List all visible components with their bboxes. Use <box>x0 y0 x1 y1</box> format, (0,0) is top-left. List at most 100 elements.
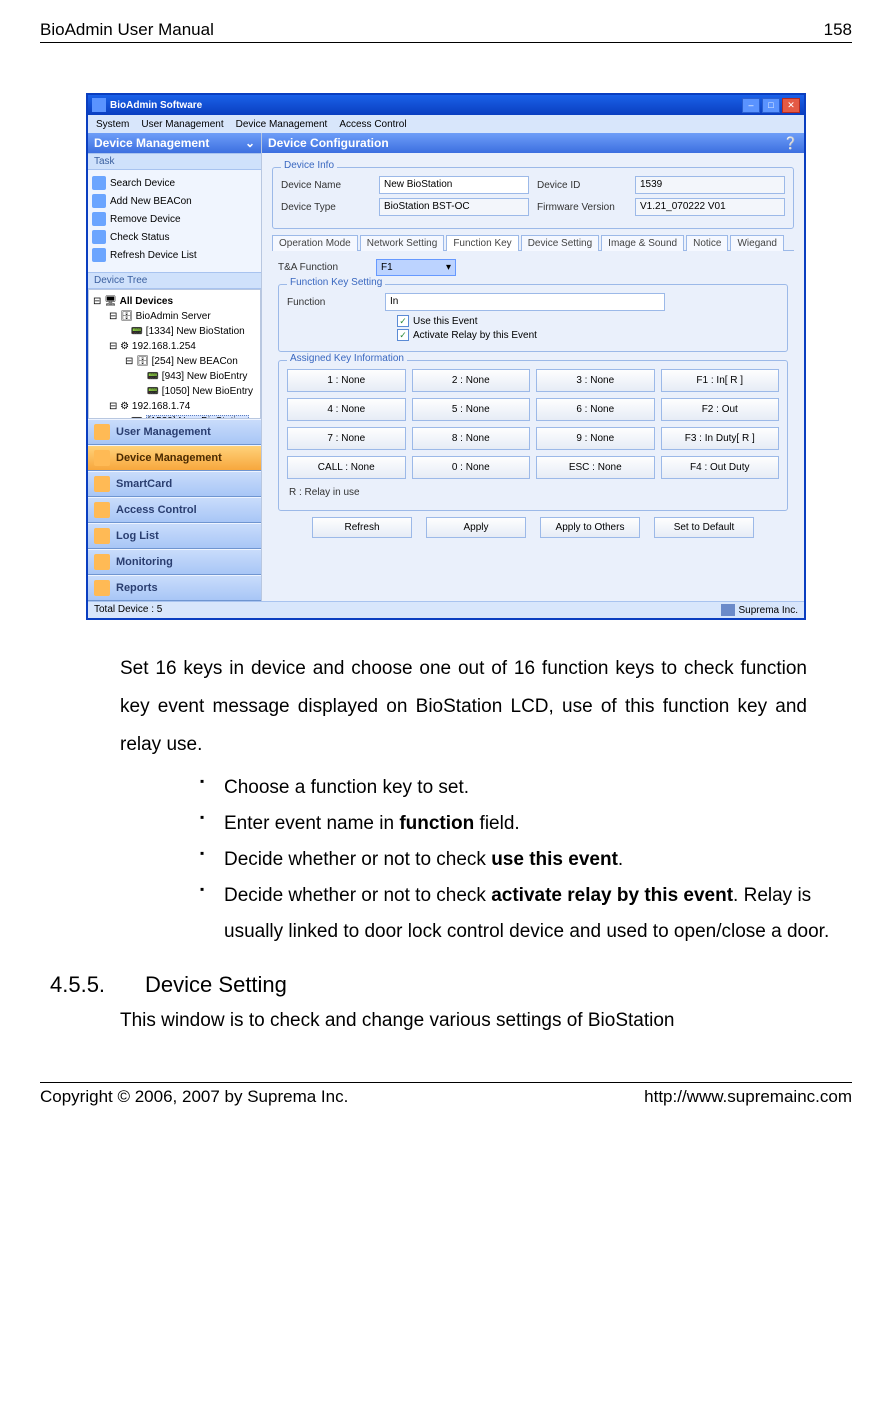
tree-node[interactable]: 📟 [943] New BioEntry <box>93 369 256 384</box>
use-this-event-checkbox[interactable]: ✓ Use this Event <box>397 315 779 327</box>
tab-operation-mode[interactable]: Operation Mode <box>272 235 358 251</box>
bullet-item: Decide whether or not to check use this … <box>200 842 852 878</box>
ta-function-value: F1 <box>381 262 393 273</box>
key-8[interactable]: 8 : None <box>412 427 531 450</box>
tree-node[interactable]: 📟 [1334] New BioStation <box>93 324 256 339</box>
nav-log-list[interactable]: Log List <box>88 523 261 549</box>
right-pane: Device Configuration ❔ Device Info Devic… <box>261 133 804 601</box>
help-icon[interactable]: ❔ <box>783 136 798 150</box>
task-search-device[interactable]: Search Device <box>92 174 257 192</box>
tab-notice[interactable]: Notice <box>686 235 728 251</box>
task-add-beacon[interactable]: Add New BEACon <box>92 192 257 210</box>
user-icon <box>94 424 110 440</box>
menu-user-management[interactable]: User Management <box>141 119 223 130</box>
device-name-label: Device Name <box>281 180 371 191</box>
nav-monitoring[interactable]: Monitoring <box>88 549 261 575</box>
tree-node[interactable]: ⊟ ⚙ 192.168.1.254 <box>93 339 256 354</box>
status-bar: Total Device : 5 Suprema Inc. <box>88 601 804 618</box>
window-titlebar[interactable]: BioAdmin Software – □ ✕ <box>88 95 804 115</box>
right-pane-title: Device Configuration ❔ <box>262 133 804 153</box>
key-f1[interactable]: F1 : In[ R ] <box>661 369 780 392</box>
key-5[interactable]: 5 : None <box>412 398 531 421</box>
key-0[interactable]: 0 : None <box>412 456 531 479</box>
device-info-group: Device Info Device Name New BioStation D… <box>272 167 794 229</box>
task-label: Refresh Device List <box>110 250 197 261</box>
ta-function-label: T&A Function <box>278 262 368 273</box>
aki-legend: Assigned Key Information <box>287 353 407 364</box>
app-icon <box>92 98 106 112</box>
task-refresh-device-list[interactable]: Refresh Device List <box>92 246 257 264</box>
tab-wiegand[interactable]: Wiegand <box>730 235 783 251</box>
footer-url: http://www.supremainc.com <box>644 1087 852 1107</box>
device-name-field[interactable]: New BioStation <box>379 176 529 194</box>
key-esc[interactable]: ESC : None <box>536 456 655 479</box>
task-label: Remove Device <box>110 214 181 225</box>
status-company: Suprema Inc. <box>739 605 798 616</box>
nav-user-management[interactable]: User Management <box>88 419 261 445</box>
right-pane-title-text: Device Configuration <box>268 136 389 150</box>
key-f2[interactable]: F2 : Out <box>661 398 780 421</box>
tab-function-key[interactable]: Function Key <box>446 235 518 251</box>
menu-device-management[interactable]: Device Management <box>236 119 328 130</box>
key-f4[interactable]: F4 : Out Duty <box>661 456 780 479</box>
apply-to-others-button[interactable]: Apply to Others <box>540 517 640 538</box>
minimize-button[interactable]: – <box>742 98 760 113</box>
tree-node[interactable]: ⊟ 🗄 BioAdmin Server <box>93 309 256 324</box>
nav-label: User Management <box>116 426 211 438</box>
menu-access-control[interactable]: Access Control <box>339 119 406 130</box>
left-pane-title: Device Management ⌄ <box>88 133 261 153</box>
key-3[interactable]: 3 : None <box>536 369 655 392</box>
collapse-icon[interactable]: ⌄ <box>245 136 255 150</box>
manual-title: BioAdmin User Manual <box>40 20 214 40</box>
nav-label: Log List <box>116 530 159 542</box>
window-title: BioAdmin Software <box>110 100 742 111</box>
key-9[interactable]: 9 : None <box>536 427 655 450</box>
page-number: 158 <box>824 20 852 40</box>
device-id-field: 1539 <box>635 176 785 194</box>
key-4[interactable]: 4 : None <box>287 398 406 421</box>
key-2[interactable]: 2 : None <box>412 369 531 392</box>
key-1[interactable]: 1 : None <box>287 369 406 392</box>
tree-node[interactable]: ⊟ ⚙ 192.168.1.74 <box>93 399 256 414</box>
apply-button[interactable]: Apply <box>426 517 526 538</box>
task-list: Search Device Add New BEACon Remove Devi… <box>88 170 261 272</box>
nav-label: Monitoring <box>116 556 173 568</box>
tab-device-setting[interactable]: Device Setting <box>521 235 599 251</box>
key-call[interactable]: CALL : None <box>287 456 406 479</box>
log-icon <box>94 528 110 544</box>
tree-node[interactable]: 📟 [1050] New BioEntry <box>93 384 256 399</box>
tab-image-sound[interactable]: Image & Sound <box>601 235 684 251</box>
checkbox-label: Activate Relay by this Event <box>413 330 537 341</box>
checkbox-label: Use this Event <box>413 316 477 327</box>
config-tabs: Operation Mode Network Setting Function … <box>272 235 794 251</box>
maximize-button[interactable]: □ <box>762 98 780 113</box>
key-f3[interactable]: F3 : In Duty[ R ] <box>661 427 780 450</box>
section-heading: 4.5.5. Device Setting <box>50 972 852 998</box>
nav-device-management[interactable]: Device Management <box>88 445 261 471</box>
ta-function-select[interactable]: F1 ▾ <box>376 259 456 276</box>
task-check-status[interactable]: Check Status <box>92 228 257 246</box>
copyright: Copyright © 2006, 2007 by Suprema Inc. <box>40 1087 348 1107</box>
key-6[interactable]: 6 : None <box>536 398 655 421</box>
firmware-version-field: V1.21_070222 V01 <box>635 198 785 216</box>
nav-reports[interactable]: Reports <box>88 575 261 601</box>
set-to-default-button[interactable]: Set to Default <box>654 517 754 538</box>
tree-node[interactable]: ⊟ 🗄 [254] New BEACon <box>93 354 256 369</box>
task-remove-device[interactable]: Remove Device <box>92 210 257 228</box>
close-button[interactable]: ✕ <box>782 98 800 113</box>
key-7[interactable]: 7 : None <box>287 427 406 450</box>
nav-access-control[interactable]: Access Control <box>88 497 261 523</box>
refresh-button[interactable]: Refresh <box>312 517 412 538</box>
device-tree[interactable]: ⊟ 🖥 All Devices ⊟ 🗄 BioAdmin Server 📟 [1… <box>88 289 261 419</box>
plus-icon <box>92 194 106 208</box>
tree-root[interactable]: ⊟ 🖥 All Devices <box>93 294 256 309</box>
menu-bar: System User Management Device Management… <box>88 115 804 133</box>
firmware-version-label: Firmware Version <box>537 202 627 213</box>
tab-network-setting[interactable]: Network Setting <box>360 235 445 251</box>
task-header: Task <box>88 153 261 170</box>
nav-smartcard[interactable]: SmartCard <box>88 471 261 497</box>
bullet-item: Choose a function key to set. <box>200 770 852 806</box>
menu-system[interactable]: System <box>96 119 129 130</box>
function-field[interactable]: In <box>385 293 665 311</box>
activate-relay-checkbox[interactable]: ✓ Activate Relay by this Event <box>397 329 779 341</box>
